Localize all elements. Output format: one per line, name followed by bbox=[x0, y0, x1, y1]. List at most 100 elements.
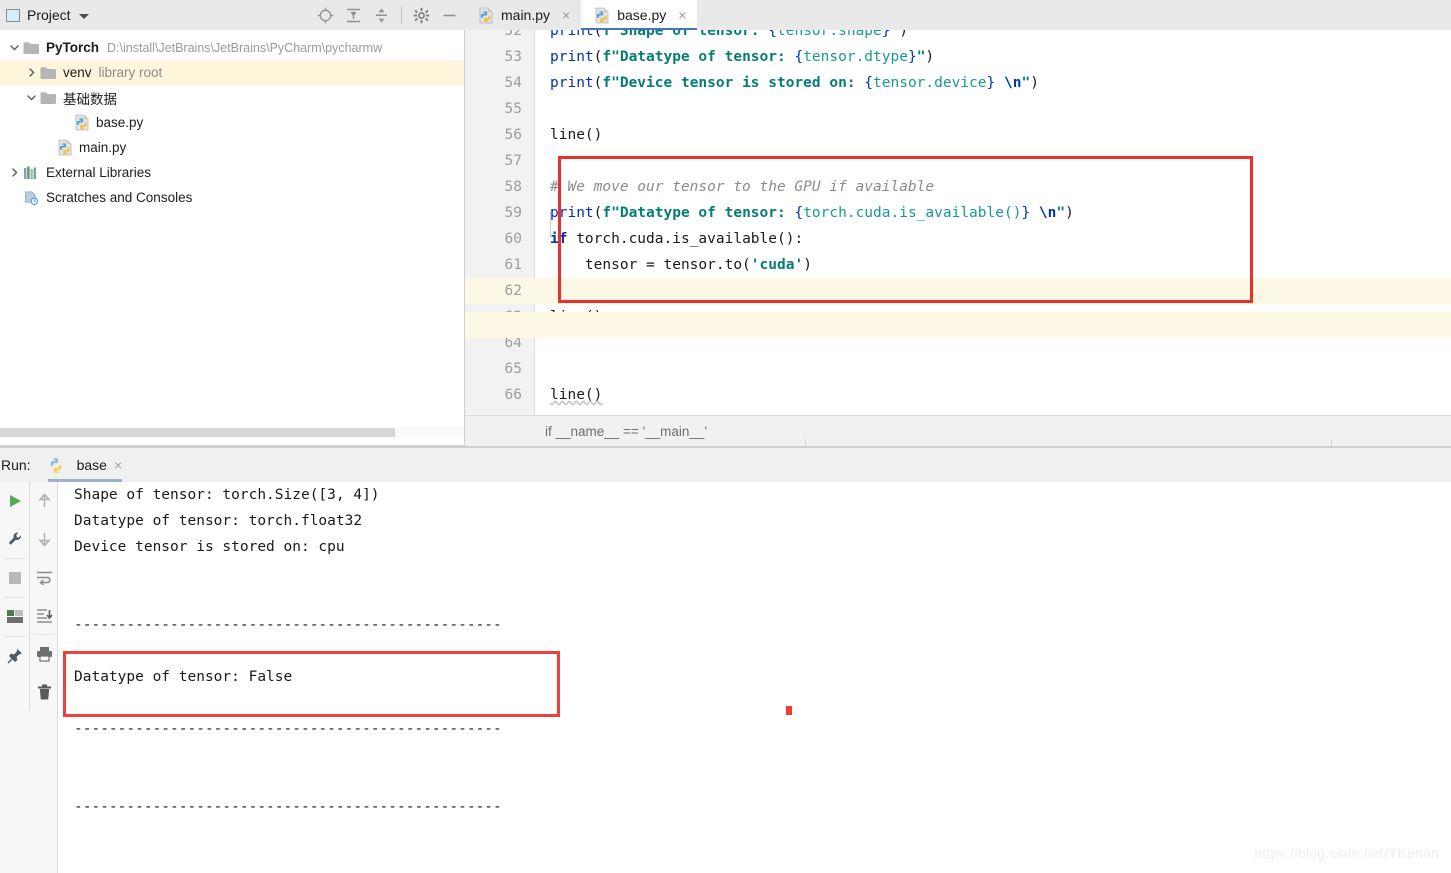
python-file-icon bbox=[595, 7, 609, 23]
code-line-59[interactable]: 59 print(f"Datatype of tensor: {torch.cud… bbox=[465, 200, 1451, 226]
pin-icon[interactable] bbox=[0, 637, 29, 675]
tree-twisty[interactable] bbox=[23, 67, 40, 78]
caret-line-highlight bbox=[465, 312, 1451, 338]
code-line-57[interactable]: 57 bbox=[465, 148, 1451, 174]
settings-gear-icon[interactable] bbox=[413, 7, 430, 24]
stop-icon[interactable] bbox=[0, 559, 29, 597]
line-number: 66 bbox=[504, 387, 522, 403]
code-line-53[interactable]: 53 print(f"Datatype of tensor: {tensor.dt… bbox=[465, 44, 1451, 70]
folder-icon bbox=[40, 66, 56, 79]
editor-tab-base-py[interactable]: base.py × bbox=[581, 0, 698, 30]
code-line-52[interactable]: 52 print(f"Shape of tensor: {tensor.shape… bbox=[465, 30, 1451, 44]
run-tab-name: base bbox=[76, 457, 107, 473]
code-line-60[interactable]: 60 if torch.cuda.is_available(): bbox=[465, 226, 1451, 252]
scroll-down-icon[interactable] bbox=[30, 520, 58, 558]
minimize-icon[interactable] bbox=[441, 7, 458, 24]
scroll-up-icon[interactable] bbox=[30, 482, 58, 520]
run-console-output[interactable]: Shape of tensor: torch.Size([3, 4]) Datat… bbox=[58, 482, 1451, 873]
code-text: tensor = tensor.to('cuda') bbox=[550, 257, 812, 273]
tree-twisty[interactable] bbox=[6, 42, 23, 53]
layout-icon[interactable] bbox=[0, 598, 29, 636]
tree-node-label: 基础数据 bbox=[63, 91, 117, 107]
project-horizontal-scrollbar[interactable] bbox=[0, 427, 465, 438]
code-editor[interactable]: 52 print(f"Shape of tensor: {tensor.shape… bbox=[465, 30, 1451, 415]
breadcrumb[interactable]: if __name__ == '__main__' bbox=[545, 424, 707, 439]
tree-node-pytorch[interactable]: PyTorch D:\install\JetBrains\JetBrains\Py… bbox=[0, 35, 465, 60]
code-text: # We move our tensor to the GPU if avail… bbox=[550, 179, 935, 195]
line-number: 60 bbox=[504, 231, 522, 247]
tree-node-venv[interactable]: venv library root bbox=[0, 60, 465, 85]
tree-node-subtitle: library root bbox=[98, 65, 163, 80]
chevron-down-icon[interactable] bbox=[26, 92, 37, 103]
code-line-65[interactable]: 65 bbox=[465, 356, 1451, 382]
tree-twisty[interactable] bbox=[6, 167, 23, 178]
tree-node-external-libraries[interactable]: External Libraries bbox=[0, 160, 465, 185]
tree-node-icon bbox=[40, 91, 63, 105]
run-icon[interactable] bbox=[0, 482, 29, 520]
scratches-icon bbox=[25, 191, 39, 205]
trash-icon[interactable] bbox=[30, 673, 58, 711]
chevron-down-icon[interactable] bbox=[9, 42, 20, 53]
chevron-right-icon[interactable] bbox=[9, 167, 20, 178]
code-text: if torch.cuda.is_available(): bbox=[550, 231, 804, 247]
tree-node-label: External Libraries bbox=[46, 165, 152, 180]
scrollbar-thumb[interactable] bbox=[0, 428, 395, 437]
line-number: 59 bbox=[504, 205, 522, 221]
tree-node-main-py[interactable]: main.py bbox=[0, 135, 465, 160]
chevron-down-icon[interactable] bbox=[78, 13, 89, 19]
console-line: ----------------------------------------… bbox=[74, 799, 502, 815]
debug-wrench-icon[interactable] bbox=[0, 520, 29, 558]
code-text: line() bbox=[550, 127, 603, 143]
project-title-group[interactable]: Project bbox=[0, 7, 89, 23]
code-line-61[interactable]: 61 tensor = tensor.to('cuda') bbox=[465, 252, 1451, 278]
tree-node-path: D:\install\JetBrains\JetBrains\PyCharm\p… bbox=[107, 40, 383, 55]
python-file-icon bbox=[58, 139, 72, 156]
line-number: 55 bbox=[504, 101, 522, 117]
folder-icon bbox=[23, 41, 39, 54]
chevron-right-icon[interactable] bbox=[26, 67, 37, 78]
code-line-56[interactable]: 56 line() bbox=[465, 122, 1451, 148]
locate-target-icon[interactable] bbox=[317, 7, 334, 24]
editor-tab-main-py[interactable]: main.py × bbox=[465, 0, 581, 30]
close-icon[interactable]: × bbox=[678, 8, 686, 22]
code-line-62[interactable]: 62 bbox=[465, 278, 1451, 304]
python-logo-icon bbox=[50, 457, 61, 473]
collapse-all-icon[interactable] bbox=[373, 7, 390, 24]
code-line-66[interactable]: 66 line() bbox=[465, 382, 1451, 408]
project-panel-header: Project bbox=[0, 0, 465, 30]
expand-all-icon[interactable] bbox=[345, 7, 362, 24]
console-line: Datatype of tensor: False bbox=[74, 669, 293, 685]
code-line-55[interactable]: 55 bbox=[465, 96, 1451, 122]
tree-node--[interactable]: 基础数据 bbox=[0, 85, 465, 110]
tree-node-icon bbox=[23, 41, 46, 55]
watermark: https://blog.csdn.net/YKenan bbox=[1254, 845, 1439, 861]
python-file-icon bbox=[478, 7, 494, 24]
project-window-icon bbox=[6, 8, 20, 22]
code-line-58[interactable]: 58 # We move our tensor to the GPU if ava… bbox=[465, 174, 1451, 200]
close-icon[interactable]: × bbox=[562, 8, 570, 22]
editor-breadcrumb-bar: if __name__ == '__main__' bbox=[465, 415, 1451, 448]
run-toolbar-column-left bbox=[0, 482, 29, 675]
run-tab-base[interactable]: base × bbox=[47, 448, 123, 483]
project-panel-title: Project bbox=[27, 7, 71, 23]
line-number: 58 bbox=[504, 179, 522, 195]
tree-node-icon bbox=[23, 191, 46, 205]
scroll-to-end-icon[interactable] bbox=[30, 596, 58, 634]
tree-twisty[interactable] bbox=[23, 92, 40, 103]
print-icon[interactable] bbox=[30, 635, 58, 673]
tree-node-base-py[interactable]: base.py bbox=[0, 110, 465, 135]
line-number: 52 bbox=[504, 30, 522, 39]
code-line-54[interactable]: 54 print(f"Device tensor is stored on: {t… bbox=[465, 70, 1451, 96]
editor-tab-bar: main.py × base.py × bbox=[465, 0, 1451, 30]
tree-node-scratches-and-consoles[interactable]: Scratches and Consoles bbox=[0, 185, 465, 210]
code-text: print(f"Shape of tensor: {tensor.shape}"… bbox=[550, 30, 908, 39]
tree-node-icon bbox=[74, 114, 96, 131]
code-text: print(f"Device tensor is stored on: {ten… bbox=[550, 75, 1039, 91]
console-line: ----------------------------------------… bbox=[74, 721, 502, 737]
pycharm-window: Project PyTorch D:\install\JetBrains\Jet… bbox=[0, 0, 1451, 873]
python-file-icon bbox=[479, 7, 493, 23]
soft-wrap-icon[interactable] bbox=[30, 558, 58, 596]
close-icon[interactable]: × bbox=[114, 457, 122, 473]
